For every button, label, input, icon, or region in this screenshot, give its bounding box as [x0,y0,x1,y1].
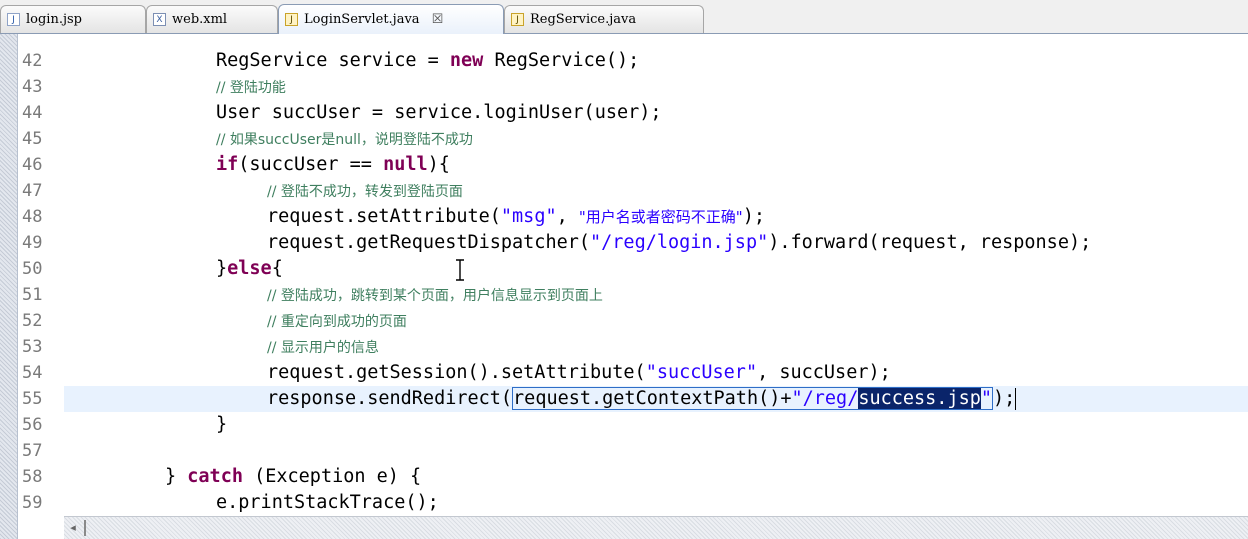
line-number: 45 [22,129,43,149]
line-number: 48 [22,207,43,227]
tab-label: web.xml [172,12,228,27]
code-comment-line[interactable]: // 如果succUser是null，说明登陆不成功 [64,126,1248,152]
horizontal-scrollbar[interactable]: ◂ [64,516,1248,539]
line-number: 58 [22,467,43,487]
code-comment-line[interactable]: // 登陆成功，跳转到某个页面，用户信息显示到页面上 [64,282,1248,308]
current-code-line[interactable]: response.sendRedirect(request.getContext… [64,386,1248,412]
tab-regservice-java[interactable]: J RegService.java [504,5,704,33]
code-line[interactable]: e.printStackTrace(); [64,490,1248,516]
line-number: 47 [22,181,43,201]
selected-text[interactable]: success.jsp [858,388,981,409]
line-number: 56 [22,415,43,435]
code-line[interactable]: } catch (Exception e) { [64,464,1248,490]
line-number: 57 [22,441,43,461]
line-number: 49 [22,233,43,253]
code-line[interactable]: request.getRequestDispatcher("/reg/login… [64,230,1248,256]
text-caret [1015,388,1017,410]
line-number: 42 [22,51,43,71]
jsp-file-icon: J [7,13,20,26]
code-line[interactable]: }else{ [64,256,1248,282]
line-number: 54 [22,363,43,383]
java-file-icon: J [511,13,524,26]
code-line-empty[interactable] [64,438,1248,464]
code-comment-line[interactable]: // 重定向到成功的页面 [64,308,1248,334]
code-line[interactable]: RegService service = new RegService(); [64,48,1248,74]
line-number: 44 [22,103,43,123]
tab-label: login.jsp [26,12,82,27]
line-number: 50 [22,259,43,279]
scroll-left-icon[interactable]: ◂ [64,519,82,537]
linked-edit-box: request.getContextPath()+"/reg/success.j… [512,387,993,410]
code-comment-line[interactable]: // 登陆不成功，转发到登陆页面 [64,178,1248,204]
code-line[interactable]: if(succUser == null){ [64,152,1248,178]
code-line[interactable]: } [64,412,1248,438]
line-number: 59 [22,493,43,513]
overview-ruler [0,34,18,539]
code-line[interactable]: request.setAttribute("msg", "用户名或者密码不正确"… [64,204,1248,230]
code-comment-line[interactable]: // 显示用户的信息 [64,334,1248,360]
close-tab-icon[interactable]: ☒ [432,12,444,27]
tab-label: RegService.java [530,12,637,27]
line-number-gutter: 42 43 44 45 46 47 48 49 50 51 52 53 54 5… [18,34,64,516]
line-number: 53 [22,337,43,357]
java-file-icon: J [285,13,298,26]
tab-login-jsp[interactable]: J login.jsp [0,5,146,33]
line-number: 46 [22,155,43,175]
code-line[interactable]: request.getSession().setAttribute("succU… [64,360,1248,386]
line-number: 55 [22,389,43,409]
line-number: 52 [22,311,43,331]
tab-loginservlet-java[interactable]: J LoginServlet.java ☒ [278,4,504,34]
xml-file-icon: X [153,13,166,26]
tab-web-xml[interactable]: X web.xml [146,5,278,33]
code-editor[interactable]: RegService service = new RegService(); /… [64,34,1248,516]
editor-tab-bar: J login.jsp X web.xml J LoginServlet.jav… [0,0,1248,34]
tab-label: LoginServlet.java [304,12,420,27]
code-comment-line[interactable]: // 登陆功能 [64,74,1248,100]
line-number: 43 [22,77,43,97]
line-number: 51 [22,285,43,305]
code-line[interactable]: User succUser = service.loginUser(user); [64,100,1248,126]
scrollbar-thumb[interactable] [84,520,86,536]
ibeam-cursor-icon [456,259,464,281]
